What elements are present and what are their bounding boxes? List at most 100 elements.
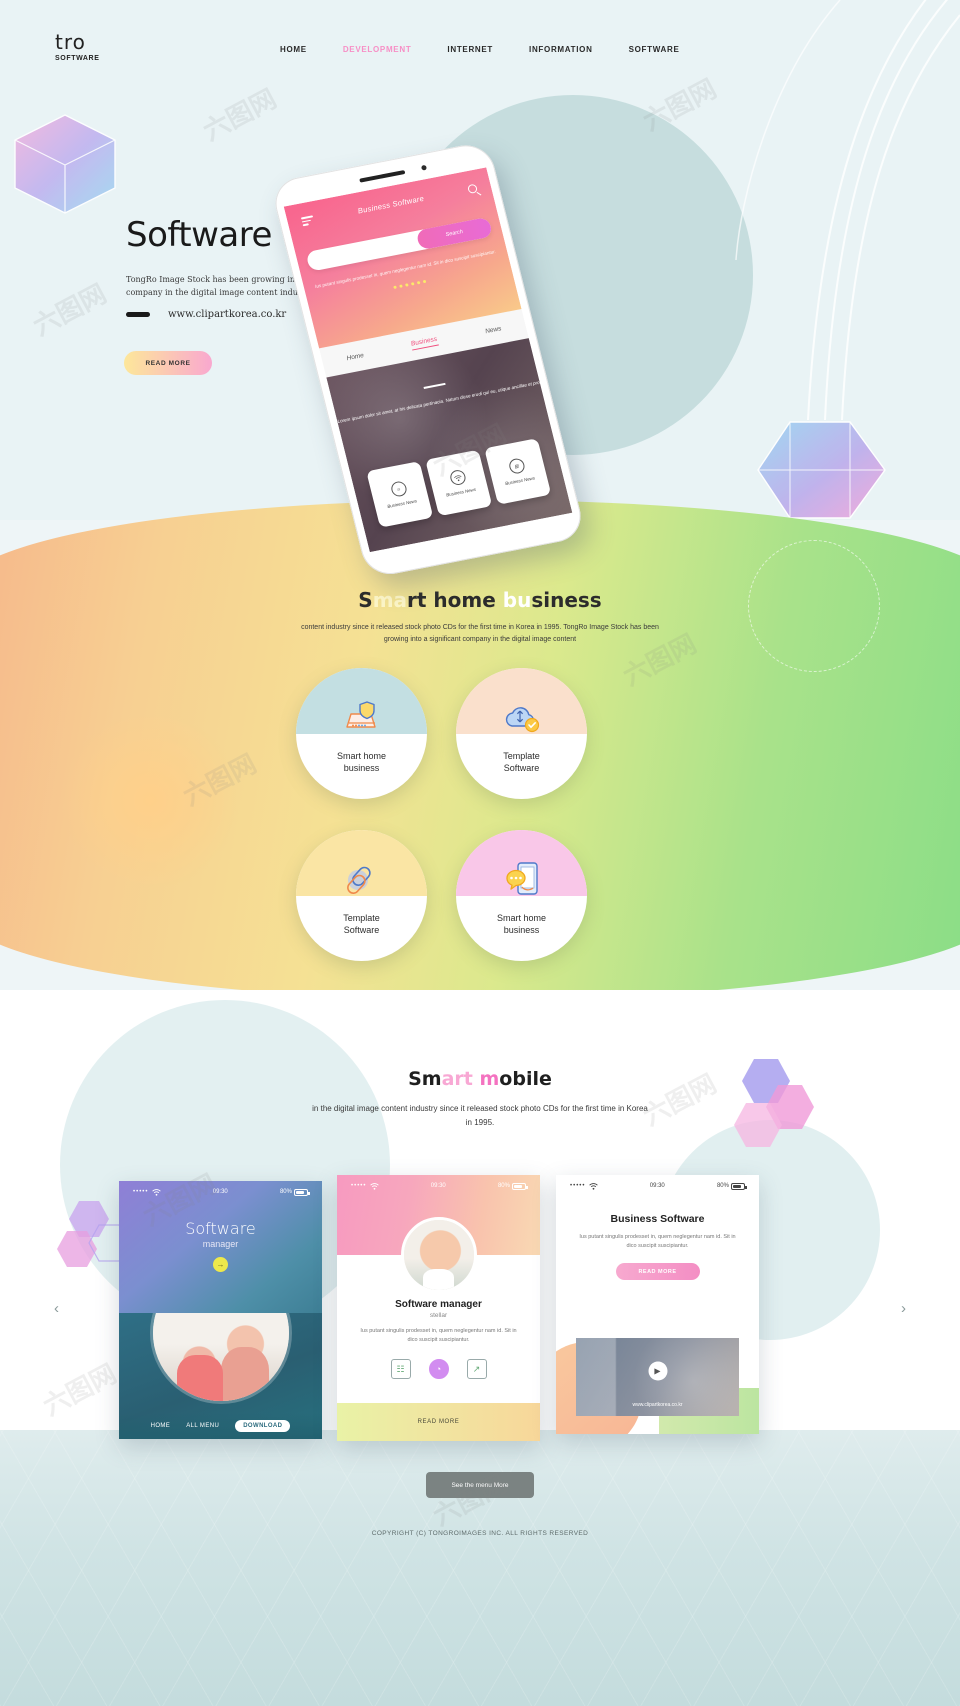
feature-circle-label: Smart home business: [497, 912, 546, 936]
logo-sub-text: SOFTWARE: [55, 55, 100, 62]
phone-tab-home[interactable]: Home: [346, 352, 365, 362]
card-c-body: Business Software Ius putant singulis pr…: [556, 1197, 759, 1280]
mobile-card-software-manager[interactable]: ••••• 09:30 80% Software manager → HOME: [119, 1181, 322, 1439]
phone-search-bar[interactable]: Search: [305, 216, 494, 272]
title-part-highlight: m: [479, 1068, 500, 1090]
card-c-read-more-button[interactable]: READ MORE: [615, 1263, 700, 1280]
search-icon[interactable]: [467, 183, 479, 195]
feature-circle-template-software[interactable]: Template Software: [456, 668, 587, 799]
feature-circle-template-software-2[interactable]: Template Software: [296, 830, 427, 961]
hero-url-text[interactable]: www.clipartkorea.co.kr: [168, 309, 286, 320]
title-part-highlight: ma: [372, 588, 408, 612]
nav-item-home[interactable]: HOME: [280, 45, 307, 54]
chart-icon[interactable]: ☷: [390, 1359, 411, 1379]
logo-main-text: tro: [55, 30, 86, 54]
main-nav: HOME DEVELOPMENT INTERNET INFORMATION SO…: [280, 45, 680, 54]
smart-home-title: Smart home business: [0, 588, 960, 612]
label-line-1: Template: [503, 751, 540, 761]
phone-tab-business[interactable]: Business: [410, 335, 439, 351]
mobile-card-profile[interactable]: ••••• 09:30 80% Software manager stellar…: [337, 1175, 540, 1441]
document-icon: ▤: [507, 457, 526, 475]
title-part: S: [358, 588, 373, 612]
pie-chart-icon[interactable]: ◔: [428, 1359, 449, 1379]
hero-url-row: www.clipartkorea.co.kr: [126, 309, 286, 320]
signal-dots: •••••: [351, 1183, 367, 1189]
battery-icon: [730, 1182, 747, 1190]
carousel-next-arrow-icon[interactable]: ›: [901, 1300, 906, 1317]
card-b-read-more-button[interactable]: READ MORE: [337, 1403, 540, 1441]
nav-item-information[interactable]: INFORMATION: [529, 45, 593, 54]
cloud-sync-icon: [499, 694, 545, 740]
label-line-2: business: [343, 763, 380, 773]
feature-circle-label: Template Software: [503, 750, 540, 774]
card-b-name: Software manager: [395, 1299, 482, 1310]
feature-circle-smart-home[interactable]: Smart home business: [296, 668, 427, 799]
phone-mini-card-label: Business News: [445, 486, 477, 498]
card-b-top: ••••• 09:30 80%: [337, 1175, 540, 1293]
card-a-nav-download[interactable]: DOWNLOAD: [235, 1420, 291, 1432]
phone-speaker-icon: [359, 169, 406, 183]
phone-mini-card[interactable]: Business News: [425, 449, 493, 517]
site-logo[interactable]: tro SOFTWARE: [55, 32, 99, 62]
wifi-icon: [588, 1182, 598, 1190]
card-a-nav: HOME ALL MENU DOWNLOAD: [119, 1413, 322, 1439]
card-c-video-thumbnail[interactable]: ▶ www.clipartkorea.co.kr: [576, 1338, 739, 1416]
label-line-1: Smart home: [336, 751, 387, 761]
cube-decoration-left: [14, 114, 116, 214]
phone-tab-news[interactable]: News: [484, 325, 502, 335]
nav-item-software[interactable]: SOFTWARE: [629, 45, 680, 54]
phone-mini-cards: ⦸ Business News Business News ▤ Business…: [358, 437, 559, 530]
phone-chat-icon: [499, 856, 545, 902]
battery-icon: [511, 1182, 528, 1190]
card-c-title: Business Software: [610, 1213, 705, 1225]
copyright-text: COPYRIGHT (C) TONGROIMAGES INC. ALL RIGH…: [371, 1530, 589, 1537]
battery-percent: 80%: [279, 1189, 292, 1195]
mobile-card-business-software[interactable]: ••••• 09:30 80% Business Software Ius pu…: [556, 1175, 759, 1434]
battery-indicator: 80%: [279, 1188, 310, 1196]
phone-photo-caption: Lorem ipsum dolor sit amet, at his delic…: [336, 379, 541, 424]
landing-page: tro SOFTWARE HOME DEVELOPMENT INTERNET I…: [0, 0, 960, 1706]
title-part-highlight: bu: [502, 588, 532, 612]
status-bar: ••••• 09:30 80%: [119, 1181, 322, 1203]
phone-mini-card[interactable]: ⦸ Business News: [366, 461, 434, 528]
phone-camera-icon: [420, 164, 428, 171]
battery-indicator: 80%: [716, 1182, 747, 1190]
feature-circle-smart-home-2[interactable]: Smart home business: [456, 830, 587, 961]
status-bar: ••••• 09:30 80%: [337, 1175, 540, 1197]
link-chain-icon: [339, 856, 385, 902]
signal-dots: •••••: [133, 1189, 149, 1195]
title-part: Sm: [408, 1068, 442, 1090]
signal-icon: •••••: [570, 1182, 598, 1190]
top-navigation-bar: tro SOFTWARE HOME DEVELOPMENT INTERNET I…: [0, 0, 960, 100]
phone-mini-card-label: Business News: [386, 498, 418, 509]
signal-icon: •••••: [351, 1182, 379, 1190]
card-c-lorem: Ius putant singulis prodesset in, quem n…: [579, 1234, 736, 1249]
nav-item-development[interactable]: DEVELOPMENT: [343, 45, 412, 54]
label-line-1: Smart home: [496, 913, 547, 923]
mobile-cards-carousel: ••••• 09:30 80% Software manager → HOME: [0, 1175, 960, 1445]
graph-icon[interactable]: ↗: [466, 1359, 487, 1379]
signal-dots: •••••: [570, 1183, 586, 1189]
phone-mini-card-label: Business News: [504, 475, 536, 486]
card-a-nav-home[interactable]: HOME: [151, 1423, 171, 1429]
phone-app-title: Business Software: [356, 193, 426, 216]
see-menu-more-button[interactable]: See the menu More: [426, 1472, 534, 1498]
carousel-prev-arrow-icon[interactable]: ‹: [54, 1300, 59, 1317]
label-line-2: business: [503, 925, 540, 935]
nav-item-internet[interactable]: INTERNET: [447, 45, 493, 54]
play-icon[interactable]: ▶: [648, 1361, 667, 1381]
phone-search-button[interactable]: Search: [415, 216, 494, 251]
label-line-2: Software: [343, 925, 380, 935]
arrow-right-icon[interactable]: →: [213, 1257, 228, 1272]
card-a-top: ••••• 09:30 80% Software manager →: [119, 1181, 322, 1313]
battery-percent: 80%: [497, 1183, 510, 1189]
card-a-body: HOME ALL MENU DOWNLOAD: [119, 1313, 322, 1439]
battery-percent: 80%: [716, 1183, 729, 1189]
phone-mini-card[interactable]: ▤ Business News: [484, 438, 552, 505]
status-bar: ••••• 09:30 80%: [556, 1175, 759, 1197]
card-a-nav-all-menu[interactable]: ALL MENU: [186, 1423, 219, 1429]
hamburger-menu-icon[interactable]: [300, 215, 315, 227]
hero-read-more-button[interactable]: READ MORE: [124, 351, 212, 375]
title-part-highlight: art: [441, 1068, 480, 1090]
divider-line: [423, 382, 446, 389]
